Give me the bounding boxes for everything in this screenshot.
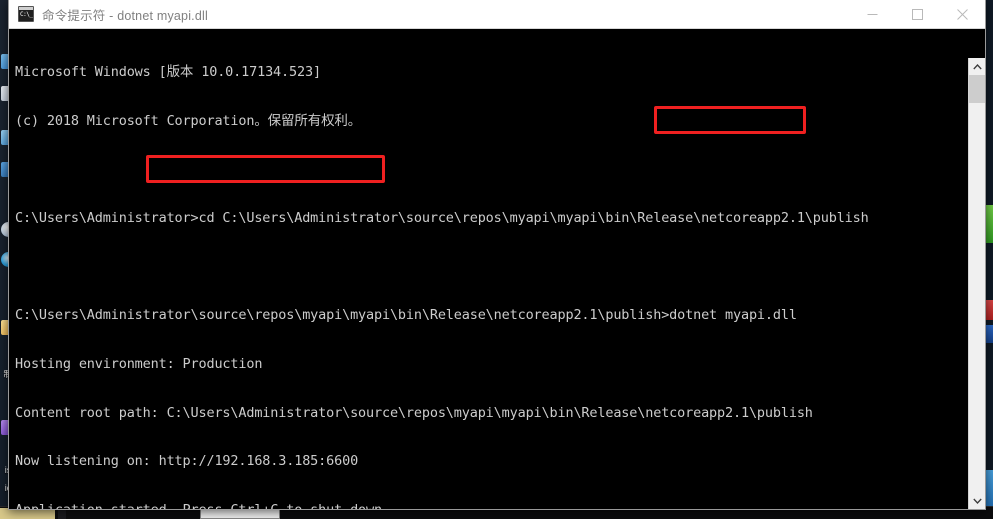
cmd-icon: [18, 6, 34, 22]
window-titlebar[interactable]: 命令提示符 - dotnet myapi.dll: [9, 0, 985, 29]
window-controls: [850, 0, 985, 29]
command-prompt-window[interactable]: 命令提示符 - dotnet myapi.dll Mic: [8, 0, 986, 510]
maximize-icon[interactable]: [895, 0, 940, 29]
window-title: 命令提示符 - dotnet myapi.dll: [42, 8, 208, 23]
chevron-up-icon[interactable]: [969, 58, 985, 75]
console-line: Application started. Press Ctrl+C to shu…: [15, 502, 869, 509]
desktop-icon-glyph: [985, 470, 993, 510]
console-scrollbar[interactable]: [968, 58, 985, 509]
chevron-down-icon[interactable]: [969, 492, 985, 509]
scrollbar-thumb[interactable]: [969, 75, 985, 103]
console-line: Hosting environment: Production: [15, 355, 263, 372]
console-text-buffer: Microsoft Windows [版本 10.0.17134.523] (c…: [15, 32, 869, 509]
desktop-right-strip: [985, 0, 993, 519]
console-line: Content root path: C:\Users\Administrato…: [15, 404, 813, 421]
scrollbar-track[interactable]: [969, 103, 985, 492]
console-output-area[interactable]: Microsoft Windows [版本 10.0.17134.523] (c…: [9, 29, 985, 509]
minimize-icon[interactable]: [850, 0, 895, 29]
console-line: Microsoft Windows [版本 10.0.17134.523]: [15, 64, 321, 81]
console-line: (c) 2018 Microsoft Corporation。保留所有权利。: [15, 113, 362, 129]
console-line: Now listening on: http://192.168.3.185:6…: [15, 453, 359, 470]
console-line: C:\Users\Administrator\source\repos\myap…: [15, 307, 797, 324]
desktop-icon[interactable]: [985, 120, 993, 131]
close-icon[interactable]: [940, 0, 985, 29]
desktop-icon-glyph: [985, 325, 993, 343]
desktop-icon-glyph: [985, 300, 993, 320]
desktop-icon-glyph: [985, 205, 993, 243]
console-line: C:\Users\Administrator>cd C:\Users\Admin…: [15, 210, 869, 227]
